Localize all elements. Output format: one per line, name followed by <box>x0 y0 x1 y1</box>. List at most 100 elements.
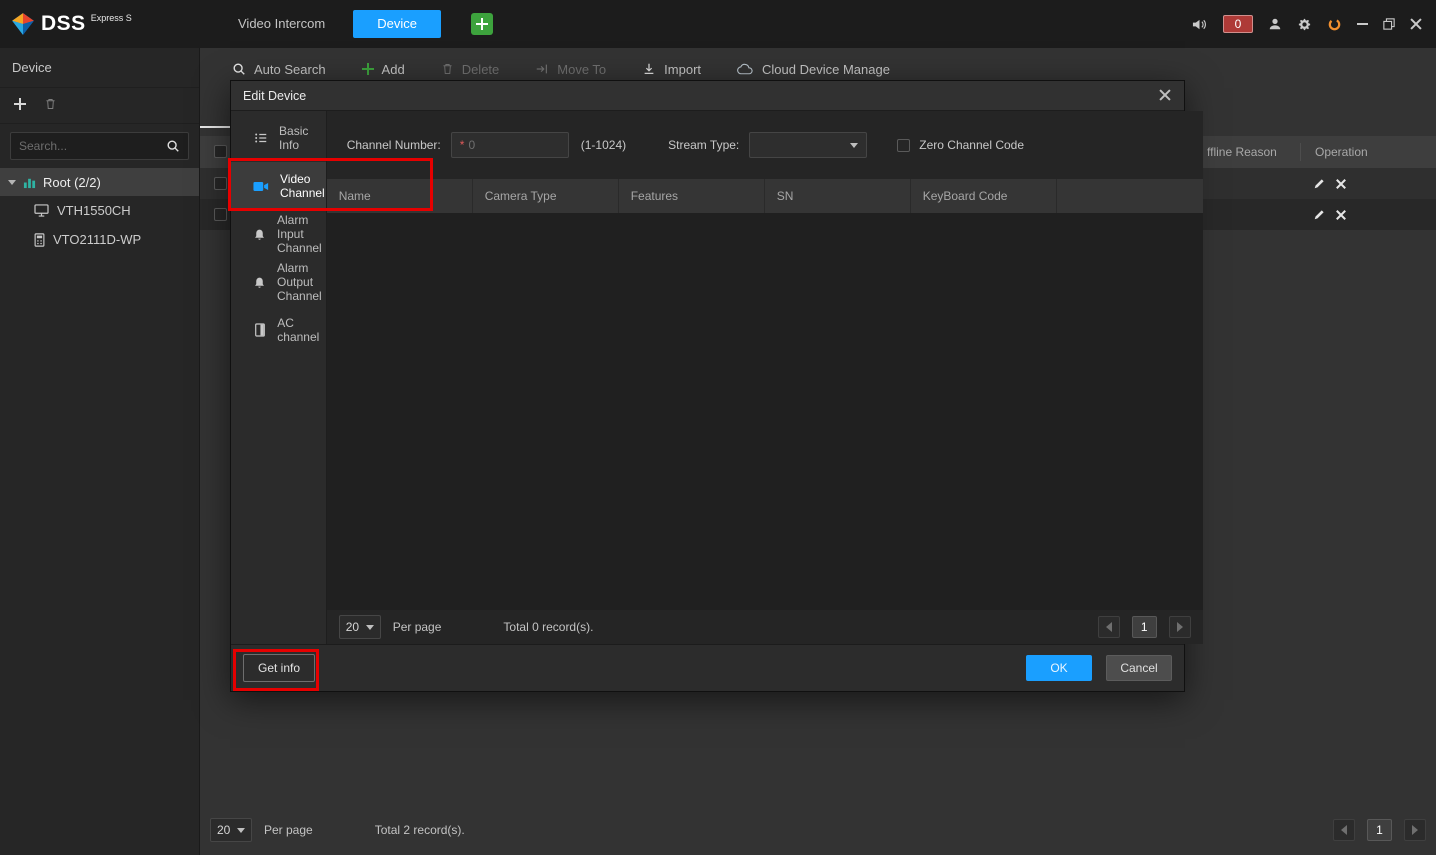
select-all-checkbox[interactable] <box>214 145 227 158</box>
get-info-button[interactable]: Get info <box>243 654 315 682</box>
search-input[interactable] <box>19 139 166 153</box>
tree-node-vth[interactable]: VTH1550CH <box>0 196 199 225</box>
search-icon[interactable] <box>166 139 180 153</box>
minimize-button[interactable] <box>1357 23 1368 25</box>
channel-number-field[interactable] <box>468 138 559 152</box>
move-to-icon <box>535 62 549 76</box>
cloud-device-manage-button[interactable]: Cloud Device Manage <box>737 62 890 77</box>
device-search[interactable] <box>10 132 189 160</box>
edit-icon[interactable] <box>1313 178 1325 190</box>
channel-form-row: Channel Number: * (1-1024) Stream Type: … <box>327 111 1203 179</box>
close-button[interactable] <box>1410 18 1422 30</box>
prev-page-button[interactable] <box>1098 616 1120 638</box>
delete-icon[interactable] <box>1336 179 1346 189</box>
per-page-label: Per page <box>393 620 442 634</box>
trash-icon <box>44 97 57 111</box>
nav-label: Basic Info <box>279 124 326 152</box>
speaker-icon[interactable] <box>1191 17 1208 32</box>
current-page[interactable]: 1 <box>1132 616 1157 638</box>
per-page-label: Per page <box>264 823 313 837</box>
column-header-name: Name <box>327 179 473 213</box>
column-header-features: Features <box>619 179 765 213</box>
column-divider <box>1300 143 1301 161</box>
cloud-icon <box>737 63 754 76</box>
total-records-label: Total 2 record(s). <box>375 823 465 837</box>
column-header-empty <box>1057 179 1203 213</box>
auto-search-button[interactable]: Auto Search <box>232 62 326 77</box>
device-sidebar: Device Root (2/2) VTH1550CH VTO2111D-WP <box>0 48 200 855</box>
tab-video-intercom[interactable]: Video Intercom <box>226 10 337 38</box>
dialog-footer: Get info OK Cancel <box>231 644 1184 691</box>
prev-page-button[interactable] <box>1333 819 1355 841</box>
next-page-button[interactable] <box>1169 616 1191 638</box>
tree-child-label: VTO2111D-WP <box>53 232 141 247</box>
dialog-titlebar: Edit Device <box>231 81 1184 111</box>
nav-label: Alarm Input Channel <box>277 213 326 255</box>
per-page-select[interactable]: 20 <box>210 818 252 842</box>
per-page-select[interactable]: 20 <box>339 615 381 639</box>
tree-root-label: Root (2/2) <box>43 175 101 190</box>
current-page[interactable]: 1 <box>1367 819 1392 841</box>
edit-device-dialog: Edit Device Basic Info Video Channel Ala… <box>230 80 1185 692</box>
root-group-icon <box>23 176 36 189</box>
row-checkbox[interactable] <box>214 208 227 221</box>
toolbar-label: Auto Search <box>254 62 326 77</box>
delete-group-button[interactable] <box>44 97 57 114</box>
bell-icon <box>253 276 266 289</box>
notification-badge: 0 <box>1223 15 1253 33</box>
column-header-operation: Operation <box>1315 136 1368 168</box>
close-icon <box>1410 18 1422 30</box>
add-device-button[interactable]: Add <box>362 62 405 77</box>
gear-icon[interactable] <box>1297 17 1312 32</box>
list-icon <box>254 131 268 145</box>
tree-expand-icon[interactable] <box>8 180 16 185</box>
stream-type-label: Stream Type: <box>668 138 739 152</box>
nav-alarm-output-channel[interactable]: Alarm Output Channel <box>231 258 326 306</box>
video-channel-panel: Channel Number: * (1-1024) Stream Type: … <box>327 111 1203 644</box>
new-tab-button[interactable] <box>471 13 493 35</box>
restore-button[interactable] <box>1383 18 1395 30</box>
column-header-camera-type: Camera Type <box>473 179 619 213</box>
bell-icon <box>253 228 266 241</box>
chevron-down-icon <box>366 625 374 630</box>
import-button[interactable]: Import <box>642 62 701 77</box>
video-camera-icon <box>253 181 269 192</box>
next-page-button[interactable] <box>1404 819 1426 841</box>
chevron-down-icon <box>850 143 858 148</box>
import-icon <box>642 62 656 76</box>
tree-node-vto[interactable]: VTO2111D-WP <box>0 225 199 254</box>
plus-icon <box>476 18 488 30</box>
nav-video-channel[interactable]: Video Channel <box>231 162 326 210</box>
subtab-underline <box>200 126 233 128</box>
cancel-button[interactable]: Cancel <box>1106 655 1172 681</box>
add-group-button[interactable] <box>14 98 26 113</box>
tab-device[interactable]: Device <box>353 10 441 38</box>
toolbar-label: Move To <box>557 62 606 77</box>
nav-basic-info[interactable]: Basic Info <box>231 114 326 162</box>
move-to-button[interactable]: Move To <box>535 62 606 77</box>
tree-node-root[interactable]: Root (2/2) <box>0 168 199 196</box>
app-tabs: Video Intercom Device <box>226 10 493 38</box>
per-page-value: 20 <box>217 823 230 837</box>
dialog-close-button[interactable] <box>1159 89 1172 102</box>
toolbar-label: Import <box>664 62 701 77</box>
nav-ac-channel[interactable]: AC channel <box>231 306 326 354</box>
user-icon[interactable] <box>1268 17 1282 31</box>
zero-channel-checkbox[interactable] <box>897 139 910 152</box>
nav-alarm-input-channel[interactable]: Alarm Input Channel <box>231 210 326 258</box>
delete-device-button[interactable]: Delete <box>441 62 500 77</box>
network-icon[interactable] <box>1327 17 1342 32</box>
sidebar-toolbar <box>0 88 199 124</box>
chevron-right-icon <box>1412 825 1418 835</box>
row-checkbox[interactable] <box>214 177 227 190</box>
channel-range-label: (1-1024) <box>581 138 626 152</box>
delete-icon[interactable] <box>1336 210 1346 220</box>
door-station-icon <box>34 233 45 247</box>
topbar-right: 0 <box>1191 15 1436 33</box>
minimize-icon <box>1357 23 1368 25</box>
stream-type-select[interactable] <box>749 132 867 158</box>
channel-number-input[interactable]: * <box>451 132 569 158</box>
chevron-left-icon <box>1341 825 1347 835</box>
ok-button[interactable]: OK <box>1026 655 1092 681</box>
edit-icon[interactable] <box>1313 209 1325 221</box>
